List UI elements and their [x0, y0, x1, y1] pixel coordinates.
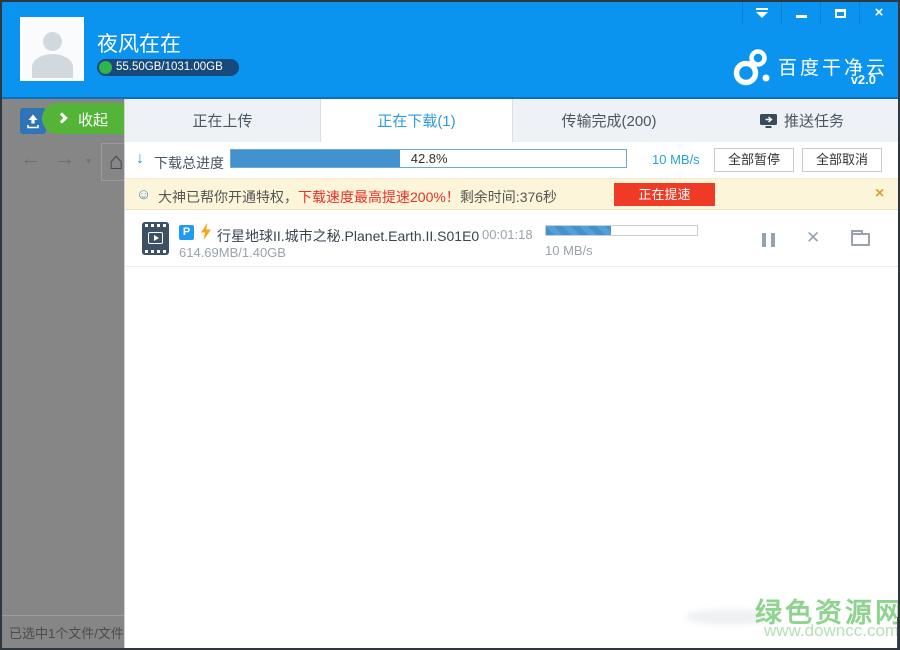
hide-to-tray-button[interactable] — [742, 2, 781, 24]
storage-used-indicator — [99, 61, 112, 74]
download-task-row[interactable]: P 行星地球II.城市之秘.Planet.Earth.II.S01E06.C..… — [125, 211, 898, 267]
avatar-silhouette-head — [43, 32, 62, 51]
collapse-label: 收起 — [78, 109, 108, 130]
tab-bar: 正在上传 正在下载(1) 传输完成(200) 推送任务 — [125, 99, 898, 142]
collapse-transfer-panel-button[interactable]: 收起 — [42, 103, 124, 134]
speedup-banner: ☺ 大神已帮你开通特权，下载速度最高提速200%！剩余时间:376秒 正在提速 … — [125, 178, 898, 210]
task-elapsed-time: 00:01:18 — [482, 227, 533, 242]
download-arrow-icon: ↓ — [136, 150, 144, 168]
banner-text-prefix: 大神已帮你开通特权， — [158, 189, 298, 205]
tab-push-tasks[interactable]: 推送任务 — [705, 99, 898, 142]
push-monitor-icon — [759, 113, 778, 129]
p2p-badge-icon: P — [179, 225, 194, 240]
close-button[interactable]: × — [859, 2, 898, 24]
task-open-folder-button[interactable] — [851, 233, 870, 246]
collapse-icon-triangle — [756, 12, 768, 18]
avatar[interactable] — [20, 17, 84, 81]
video-file-icon — [142, 222, 169, 255]
total-progress-fill — [231, 150, 400, 167]
maximize-button[interactable] — [820, 2, 859, 24]
nav-forward-button[interactable]: → — [54, 147, 75, 171]
header: 夜风在在 55.50GB/1031.00GB × 百度干净 — [2, 2, 898, 99]
play-triangle-icon — [154, 235, 159, 241]
task-filename: 行星地球II.城市之秘.Planet.Earth.II.S01E06.C... — [217, 226, 480, 246]
tab-uploading-label: 正在上传 — [192, 110, 252, 131]
statusbar-divider — [2, 615, 124, 616]
chevron-right-icon — [56, 112, 67, 123]
brand-logo: 百度干净云 v2.0 — [730, 46, 880, 90]
banner-close-icon[interactable]: × — [875, 185, 884, 203]
main-window-background: 收起 ← → ▼ ⌂ 已选中1个文件/文件 — [2, 99, 124, 648]
banner-text: 大神已帮你开通特权，下载速度最高提速200%！剩余时间:376秒 — [158, 187, 557, 207]
total-progress-label: 下载总进度 — [154, 153, 224, 173]
nav-history-caret[interactable]: ▼ — [84, 156, 93, 166]
avatar-silhouette-body — [32, 54, 73, 80]
banner-text-highlight: 下载速度最高提速200%！ — [298, 189, 460, 205]
film-strip-top — [145, 224, 166, 227]
lightning-speed-icon — [200, 223, 212, 240]
watermark-site-url: www.downcc.com — [764, 621, 899, 641]
task-speed: 10 MB/s — [545, 243, 593, 258]
transfer-panel: 正在上传 正在下载(1) 传输完成(200) 推送任务 ↓ 下载总进度 — [124, 99, 898, 648]
cancel-all-button[interactable]: 全部取消 — [802, 148, 882, 172]
pause-all-button[interactable]: 全部暂停 — [714, 148, 794, 172]
maximize-icon — [835, 9, 846, 18]
home-icon: ⌂ — [109, 150, 124, 174]
total-progress-bar: 42.8% — [230, 149, 627, 168]
username: 夜风在在 — [97, 28, 181, 58]
speeding-up-button[interactable]: 正在提速 — [614, 183, 715, 206]
tab-downloading[interactable]: 正在下载(1) — [320, 99, 513, 142]
tab-uploading[interactable]: 正在上传 — [125, 99, 320, 142]
film-strip-bottom — [145, 250, 166, 253]
task-cancel-button[interactable]: ✕ — [806, 228, 820, 248]
collapse-icon — [756, 8, 768, 10]
tab-push-label: 推送任务 — [784, 110, 844, 131]
selection-status-text: 已选中1个文件/文件 — [9, 623, 124, 642]
total-progress-percent: 42.8% — [411, 151, 448, 166]
task-size: 614.69MB/1.40GB — [179, 245, 286, 260]
brand-version: v2.0 — [851, 72, 876, 87]
cloud-logo-icon — [730, 46, 776, 88]
task-pause-button[interactable] — [762, 233, 775, 247]
play-box — [148, 232, 163, 244]
total-speed: 10 MB/s — [652, 152, 700, 167]
minimize-icon — [796, 15, 807, 18]
home-button[interactable]: ⌂ — [101, 143, 124, 181]
upload-arrow-icon — [25, 113, 41, 129]
task-progress-fill — [546, 226, 611, 235]
nav-back-button[interactable]: ← — [20, 147, 41, 171]
task-progress-bar — [545, 225, 698, 236]
tab-completed[interactable]: 传输完成(200) — [513, 99, 705, 142]
smiley-icon: ☺ — [136, 186, 151, 203]
minimize-button[interactable] — [781, 2, 820, 24]
banner-text-remaining: 剩余时间:376秒 — [460, 189, 557, 205]
total-progress-row: ↓ 下载总进度 42.8% 10 MB/s 全部暂停 全部取消 — [125, 142, 898, 178]
tab-completed-label: 传输完成(200) — [561, 110, 656, 131]
storage-quota-pill: 55.50GB/1031.00GB — [97, 59, 239, 76]
baidu-clean-cloud-window: 夜风在在 55.50GB/1031.00GB × 百度干净 — [0, 0, 900, 650]
window-controls: × — [742, 2, 898, 24]
storage-text: 55.50GB/1031.00GB — [116, 61, 223, 73]
tab-downloading-label: 正在下载(1) — [377, 110, 455, 131]
